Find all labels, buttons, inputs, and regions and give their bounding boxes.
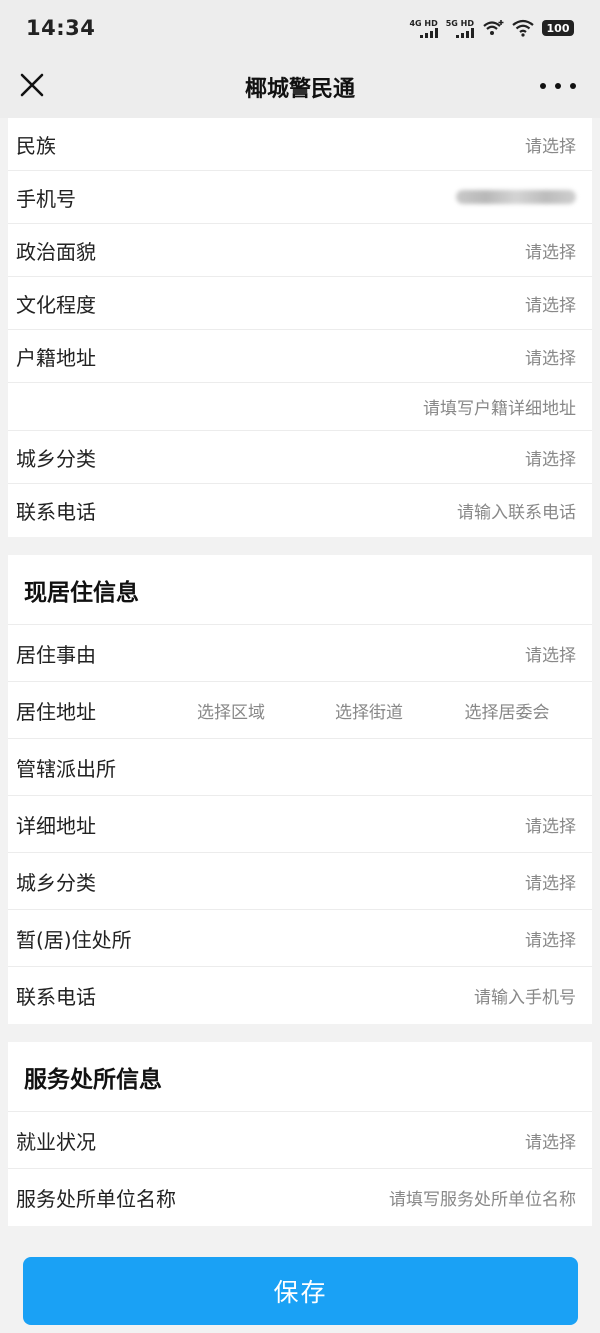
form-content: 民族 请选择 手机号 政治面貌 请选择 文化程度 请选择 户籍地址 请选择 请填… xyxy=(0,118,600,1226)
more-icon[interactable] xyxy=(540,74,576,98)
wifi-plus-icon xyxy=(483,20,504,35)
row-label: 管辖派出所 xyxy=(16,756,116,781)
select-street-button[interactable]: 选择街道 xyxy=(300,698,438,723)
row-label: 文化程度 xyxy=(16,292,96,317)
police-station-row: 管辖派出所 xyxy=(8,739,592,796)
employment-select[interactable]: 请选择 xyxy=(525,1128,576,1153)
signal-4g-icon: 4G HD xyxy=(409,19,438,38)
row-label: 联系电话 xyxy=(16,500,96,524)
household-address-row[interactable]: 户籍地址 请选择 xyxy=(8,330,592,383)
urban-rural-row[interactable]: 城乡分类 请选择 xyxy=(8,431,592,484)
residence-reason-row[interactable]: 居住事由 请选择 xyxy=(8,625,592,682)
signal-5g-icon: 5G HD xyxy=(446,19,474,38)
residence-phone-input[interactable]: 请输入手机号 xyxy=(474,983,576,1008)
status-time: 14:34 xyxy=(26,16,96,40)
wifi-icon xyxy=(512,19,534,37)
page-title: 椰城警民通 xyxy=(244,77,355,102)
mobile-value-blurred xyxy=(456,190,576,204)
row-label: 就业状况 xyxy=(16,1129,96,1154)
nav-bar: 椰城警民通 xyxy=(0,56,600,118)
education-select[interactable]: 请选择 xyxy=(525,291,576,316)
status-icons: 4G HD 5G HD 100 xyxy=(409,19,574,38)
row-label: 城乡分类 xyxy=(16,446,96,471)
row-label: 联系电话 xyxy=(16,985,96,1009)
political-status-select[interactable]: 请选择 xyxy=(525,238,576,263)
household-detail-address-row[interactable]: 请填写户籍详细地址 xyxy=(8,383,592,431)
service-section-header: 服务处所信息 xyxy=(8,1042,592,1112)
service-card: 服务处所信息 就业状况 请选择 服务处所单位名称 请填写服务处所单位名称 xyxy=(8,1042,592,1226)
battery-icon: 100 xyxy=(542,20,574,36)
company-name-input[interactable]: 请填写服务处所单位名称 xyxy=(389,1185,576,1210)
temp-residence-select[interactable]: 请选择 xyxy=(525,926,576,951)
ethnicity-row[interactable]: 民族 请选择 xyxy=(8,118,592,171)
household-address-select[interactable]: 请选择 xyxy=(525,344,576,369)
row-label: 暂(居)住处所 xyxy=(16,927,132,952)
section-title: 服务处所信息 xyxy=(24,1066,162,1093)
section-divider xyxy=(0,537,600,555)
household-card: 民族 请选择 手机号 政治面貌 请选择 文化程度 请选择 户籍地址 请选择 请填… xyxy=(8,118,592,537)
residence-address-row: 居住地址 选择区域 选择街道 选择居委会 xyxy=(8,682,592,739)
residence-reason-select[interactable]: 请选择 xyxy=(525,641,576,666)
section-title: 现居住信息 xyxy=(24,579,139,606)
select-district-button[interactable]: 选择区域 xyxy=(162,698,300,723)
education-row[interactable]: 文化程度 请选择 xyxy=(8,277,592,330)
residence-section-header: 现居住信息 xyxy=(8,555,592,625)
row-label: 城乡分类 xyxy=(16,870,96,895)
row-label: 政治面貌 xyxy=(16,239,96,264)
contact-phone-row[interactable]: 联系电话 请输入联系电话 xyxy=(8,484,592,537)
row-label: 民族 xyxy=(16,133,56,158)
household-detail-address-input[interactable]: 请填写户籍详细地址 xyxy=(423,394,576,419)
select-committee-button[interactable]: 选择居委会 xyxy=(438,698,576,723)
row-label: 服务处所单位名称 xyxy=(16,1187,176,1211)
contact-phone-input[interactable]: 请输入联系电话 xyxy=(457,498,576,523)
employment-row[interactable]: 就业状况 请选择 xyxy=(8,1112,592,1169)
company-name-row[interactable]: 服务处所单位名称 请填写服务处所单位名称 xyxy=(8,1169,592,1226)
residence-card: 现居住信息 居住事由 请选择 居住地址 选择区域 选择街道 选择居委会 管辖派出… xyxy=(8,555,592,1024)
save-button-wrap: 保存 xyxy=(23,1257,578,1325)
address-pickers: 选择区域 选择街道 选择居委会 xyxy=(162,698,576,723)
ethnicity-select[interactable]: 请选择 xyxy=(525,132,576,157)
detail-address-select[interactable]: 请选择 xyxy=(525,812,576,837)
temp-residence-row[interactable]: 暂(居)住处所 请选择 xyxy=(8,910,592,967)
urban-rural-select[interactable]: 请选择 xyxy=(525,445,576,470)
row-label: 手机号 xyxy=(16,186,76,211)
residence-urban-rural-row[interactable]: 城乡分类 请选择 xyxy=(8,853,592,910)
row-label: 居住事由 xyxy=(16,642,96,667)
residence-phone-row[interactable]: 联系电话 请输入手机号 xyxy=(8,967,592,1024)
status-bar: 14:34 4G HD 5G HD 100 xyxy=(0,0,600,56)
residence-urban-rural-select[interactable]: 请选择 xyxy=(525,869,576,894)
mobile-row: 手机号 xyxy=(8,171,592,224)
row-label: 户籍地址 xyxy=(16,345,96,370)
close-icon[interactable] xyxy=(18,71,46,99)
political-status-row[interactable]: 政治面貌 请选择 xyxy=(8,224,592,277)
save-button[interactable]: 保存 xyxy=(23,1257,578,1325)
row-label: 详细地址 xyxy=(16,813,96,838)
row-label: 居住地址 xyxy=(16,699,96,724)
section-divider xyxy=(0,1024,600,1042)
detail-address-row[interactable]: 详细地址 请选择 xyxy=(8,796,592,853)
